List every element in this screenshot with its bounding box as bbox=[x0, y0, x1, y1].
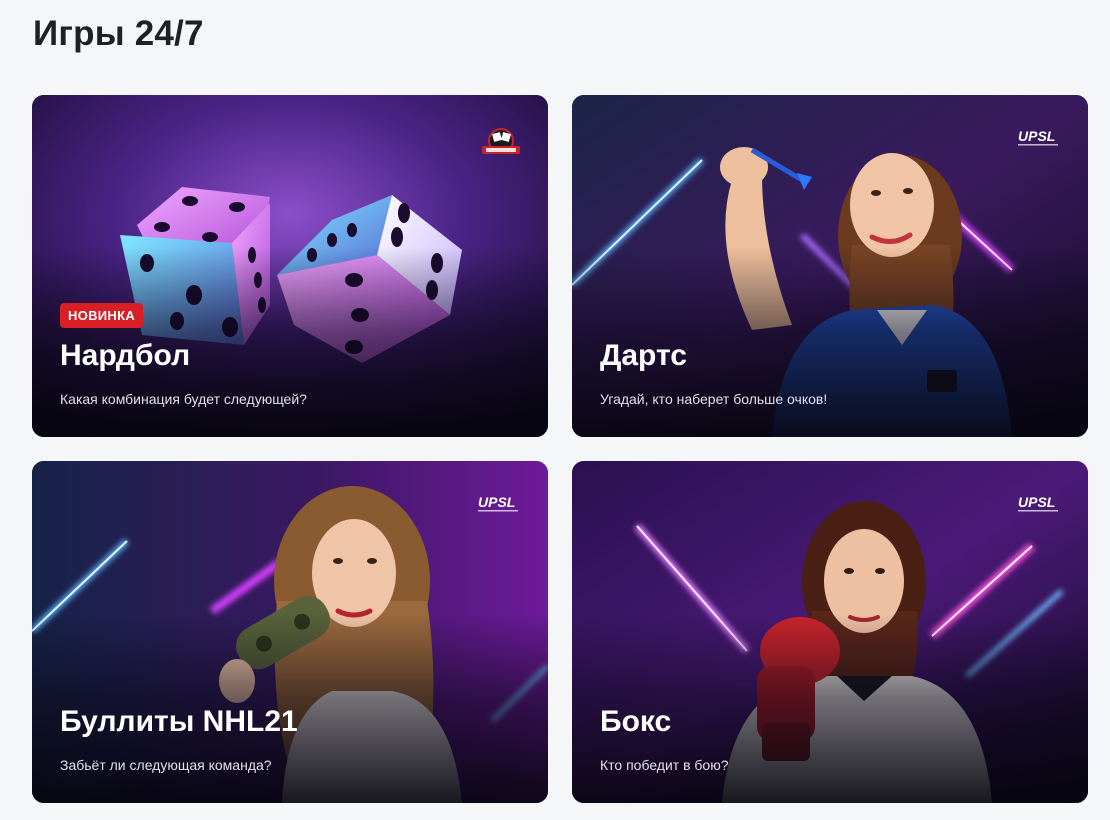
game-card-darts[interactable]: UPSL Дартс Угадай, кто наберет больше оч… bbox=[572, 95, 1088, 437]
game-card-nardball[interactable]: НОВИНКА Нардбол Какая комбинация будет с… bbox=[32, 95, 548, 437]
game-card-nhl21[interactable]: UPSL Буллиты NHL21 Забьёт ли следующая к… bbox=[32, 461, 548, 803]
svg-text:UPSL: UPSL bbox=[1018, 494, 1055, 510]
card-title: Бокс bbox=[600, 705, 672, 738]
card-subtitle: Угадай, кто наберет больше очков! bbox=[600, 391, 828, 407]
card-title: Буллиты NHL21 bbox=[60, 705, 298, 738]
card-subtitle: Какая комбинация будет следующей? bbox=[60, 391, 307, 407]
upsl-logo-icon: UPSL bbox=[1016, 493, 1062, 520]
card-title: Нардбол bbox=[60, 339, 191, 372]
card-title: Дартс bbox=[600, 339, 687, 372]
svg-text:UPSL: UPSL bbox=[1018, 128, 1055, 144]
card-subtitle: Кто победит в бою? bbox=[600, 757, 729, 773]
game-card-boxing[interactable]: UPSL Бокс Кто победит в бою? bbox=[572, 461, 1088, 803]
svg-text:UPSL: UPSL bbox=[478, 494, 515, 510]
upsl-logo-icon: UPSL bbox=[1016, 127, 1062, 154]
page-title: Игры 24/7 bbox=[33, 14, 204, 53]
card-subtitle: Забьёт ли следующая команда? bbox=[60, 757, 272, 773]
upsl-logo-icon: UPSL bbox=[476, 493, 522, 520]
new-badge: НОВИНКА bbox=[60, 303, 144, 328]
nardball-logo-icon bbox=[480, 127, 522, 164]
